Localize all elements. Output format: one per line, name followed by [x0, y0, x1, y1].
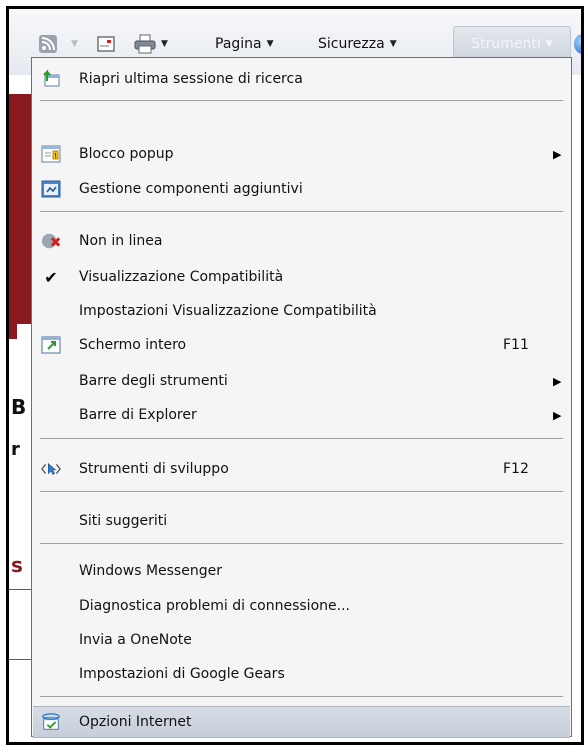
- read-mail-button[interactable]: [97, 32, 115, 56]
- page-menu-button[interactable]: Pagina ▼: [215, 32, 274, 56]
- feeds-dropdown-arrow[interactable]: ▼: [71, 39, 78, 49]
- menu-separator: [40, 543, 563, 544]
- background-text-a: a: [11, 261, 24, 282]
- reopen-session-icon: [41, 69, 61, 89]
- submenu-arrow-icon: ▶: [553, 408, 562, 422]
- menu-item-explorer-bars[interactable]: Barre di Explorer ▶: [33, 402, 570, 428]
- menu-item-label: Impostazioni Visualizzazione Compatibili…: [79, 303, 377, 319]
- svg-text:!: !: [54, 152, 57, 160]
- addons-icon: [41, 179, 61, 199]
- menu-item-label: Non in linea: [79, 233, 163, 249]
- menu-item-shortcut: F12: [503, 461, 529, 477]
- menu-item-label: Invia a OneNote: [79, 632, 192, 648]
- feeds-button[interactable]: ▼: [39, 32, 78, 56]
- page-menu-label: Pagina: [215, 36, 262, 52]
- background-text-s: s: [11, 553, 23, 577]
- menu-item-suggested-sites[interactable]: Siti suggeriti: [33, 508, 570, 534]
- menu-item-popup-blocker[interactable]: ! Blocco popup ▶: [33, 141, 570, 167]
- menu-separator: [40, 696, 563, 697]
- tools-menu-label: Strumenti: [471, 36, 541, 52]
- menu-item-label: Siti suggeriti: [79, 513, 168, 529]
- menu-item-manage-addons[interactable]: Gestione componenti aggiuntivi: [33, 176, 570, 202]
- developer-tools-icon: [41, 459, 61, 479]
- background-red-banner: [9, 94, 33, 324]
- menu-separator: [40, 211, 563, 212]
- print-button[interactable]: ▼: [134, 32, 168, 56]
- mail-icon: [97, 36, 115, 52]
- menu-separator: [40, 100, 563, 101]
- menu-item-diagnose-connection[interactable]: Diagnostica problemi di connessione...: [33, 593, 570, 619]
- submenu-arrow-icon: ▶: [553, 147, 562, 161]
- menu-item-label: Gestione componenti aggiuntivi: [79, 181, 303, 197]
- menu-item-label: Windows Messenger: [79, 563, 222, 579]
- menu-item-reopen-last-session[interactable]: Riapri ultima sessione di ricerca: [33, 66, 570, 92]
- menu-item-label: Riapri ultima sessione di ricerca: [79, 71, 303, 87]
- background-red-banner-2: [9, 324, 17, 339]
- menu-item-label: Impostazioni di Google Gears: [79, 666, 285, 682]
- submenu-arrow-icon: ▶: [553, 374, 562, 388]
- tools-menu-arrow: ▼: [545, 39, 553, 49]
- menu-item-label: Barre degli strumenti: [79, 373, 228, 389]
- menu-item-google-gears-settings[interactable]: Impostazioni di Google Gears: [33, 661, 570, 687]
- help-icon[interactable]: [574, 34, 581, 54]
- background-text-b: B: [11, 395, 27, 419]
- menu-item-internet-options[interactable]: Opzioni Internet: [33, 706, 570, 738]
- menu-item-label: Opzioni Internet: [79, 714, 192, 730]
- menu-item-compatibility-view[interactable]: ✔ Visualizzazione Compatibilità: [33, 264, 570, 290]
- menu-item-work-offline[interactable]: Non in linea: [33, 228, 570, 254]
- security-menu-label: Sicurezza: [318, 36, 385, 52]
- menu-item-developer-tools[interactable]: Strumenti di sviluppo F12: [33, 456, 570, 482]
- screenshot-frame: a B r s ▼ ▼ Pagina ▼ Sicurezza ▼ Strumen…: [6, 6, 584, 745]
- security-menu-arrow: ▼: [389, 39, 397, 49]
- menu-item-compatibility-view-settings[interactable]: Impostazioni Visualizzazione Compatibili…: [33, 298, 570, 324]
- menu-item-label: Blocco popup: [79, 146, 174, 162]
- menu-item-send-to-onenote[interactable]: Invia a OneNote: [33, 627, 570, 653]
- rss-feed-icon: [39, 35, 57, 53]
- menu-item-windows-messenger[interactable]: Windows Messenger: [33, 558, 570, 584]
- popup-blocker-icon: !: [41, 144, 61, 164]
- check-icon: ✔: [44, 267, 58, 287]
- menu-item-label: Schermo intero: [79, 337, 187, 353]
- menu-item-label: Visualizzazione Compatibilità: [79, 269, 284, 285]
- menu-item-label: Strumenti di sviluppo: [79, 461, 229, 477]
- menu-separator: [40, 491, 563, 492]
- offline-icon: [41, 231, 61, 251]
- menu-item-shortcut: F11: [503, 337, 529, 353]
- menu-item-full-screen[interactable]: Schermo intero F11: [33, 332, 570, 358]
- menu-item-toolbars[interactable]: Barre degli strumenti ▶: [33, 368, 570, 394]
- security-menu-button[interactable]: Sicurezza ▼: [318, 32, 397, 56]
- menu-item-label: Barre di Explorer: [79, 407, 197, 423]
- menu-separator: [40, 438, 563, 439]
- printer-icon: [134, 34, 156, 54]
- fullscreen-icon: [41, 335, 61, 355]
- menu-item-label: Diagnostica problemi di connessione...: [79, 598, 350, 614]
- internet-options-icon: [41, 712, 61, 732]
- page-menu-arrow: ▼: [266, 39, 274, 49]
- print-dropdown-arrow[interactable]: ▼: [161, 39, 168, 49]
- tools-dropdown-menu: Riapri ultima sessione di ricerca ! Bloc…: [31, 57, 572, 738]
- background-text-r: r: [11, 439, 20, 460]
